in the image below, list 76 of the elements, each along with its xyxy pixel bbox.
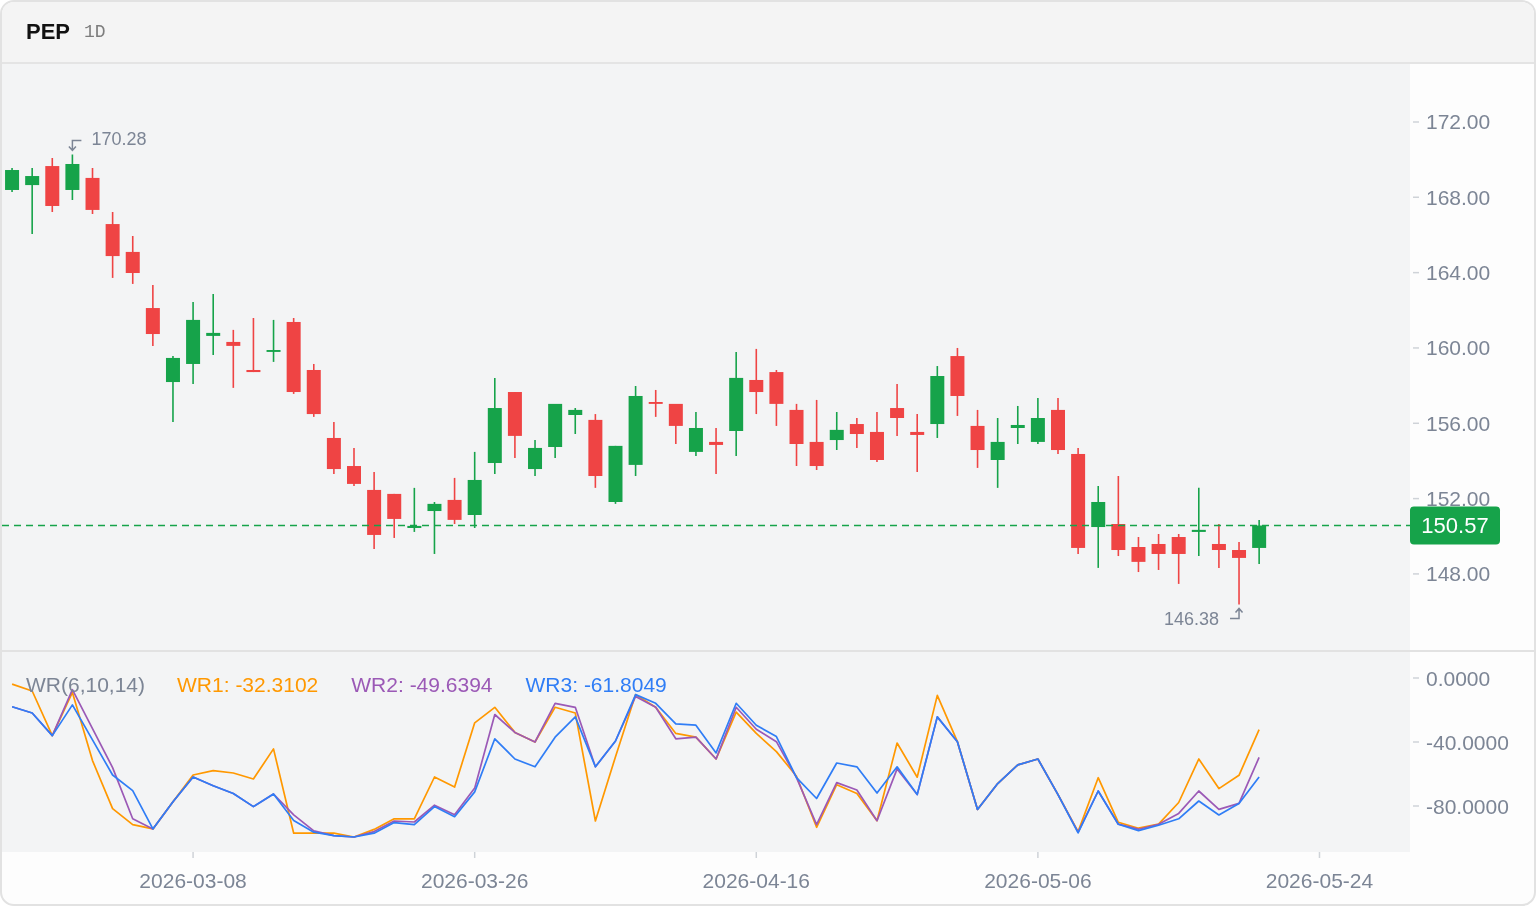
rising-candle — [25, 167, 40, 235]
falling-candle — [709, 427, 724, 475]
falling-candle — [668, 403, 683, 445]
high-price-label: 170.28 — [91, 129, 147, 150]
legend-label: WR3: -61.8049 — [525, 672, 667, 696]
falling-candle — [226, 329, 241, 389]
date-axis-label: 2026-04-16 — [702, 868, 810, 892]
rising-candle — [65, 153, 80, 201]
falling-candle — [447, 477, 462, 525]
falling-candle — [789, 403, 804, 467]
falling-candle — [809, 399, 824, 471]
rising-candle — [407, 487, 422, 533]
falling-candle — [45, 157, 60, 213]
indicator-title: WR(6,10,14) — [26, 672, 146, 696]
axis-label: 168.00 — [1426, 185, 1491, 209]
axis-label: 0.0000 — [1426, 666, 1491, 690]
rising-candle — [568, 407, 583, 435]
last-price-tag: 150.57 — [1410, 506, 1500, 545]
date-axis-label: 2026-05-24 — [1265, 868, 1374, 892]
falling-candle — [105, 211, 120, 279]
axis-label: 172.00 — [1426, 110, 1491, 134]
low-price-label: 146.38 — [1163, 609, 1220, 630]
rising-candle — [688, 411, 703, 457]
falling-candle — [769, 369, 784, 427]
falling-candle — [849, 417, 864, 449]
falling-candle — [387, 493, 402, 539]
rising-candle — [427, 501, 442, 555]
axis-label: -40.0000 — [1426, 730, 1509, 754]
hook-arrow-icon — [1229, 607, 1244, 620]
rising-candle — [608, 445, 623, 505]
legend-label: WR2: -49.6394 — [351, 672, 493, 696]
falling-candle — [648, 389, 663, 418]
rising-candle — [829, 411, 844, 451]
falling-candle — [1211, 523, 1226, 569]
rising-candle — [165, 355, 180, 423]
axis-label: 148.00 — [1426, 562, 1491, 586]
axis-label: 164.00 — [1426, 261, 1491, 285]
rising-candle — [990, 417, 1005, 489]
axis-label: 156.00 — [1426, 411, 1491, 435]
rising-candle — [1010, 405, 1025, 445]
rising-candle — [1191, 487, 1206, 557]
date-axis-label: 2026-05-06 — [984, 868, 1092, 892]
falling-candle — [326, 421, 341, 475]
falling-candle — [1151, 533, 1166, 571]
axis-label: -80.0000 — [1426, 794, 1509, 818]
interval-label: 1D — [84, 23, 106, 41]
rising-candle — [206, 293, 221, 356]
rising-candle — [1030, 397, 1045, 445]
falling-candle — [507, 391, 522, 459]
falling-candle — [869, 411, 884, 463]
date-axis-label: 2026-03-08 — [139, 868, 247, 892]
falling-candle — [910, 413, 925, 473]
date-axis-label: 2026-03-26 — [420, 868, 529, 892]
rising-candle — [548, 403, 563, 459]
falling-candle — [1131, 536, 1146, 573]
rising-candle — [1252, 519, 1267, 565]
hook-arrow-icon — [68, 139, 83, 152]
falling-candle — [145, 284, 160, 347]
rising-candle — [5, 167, 20, 193]
rising-candle — [266, 319, 281, 363]
falling-candle — [1232, 541, 1247, 606]
legend-label: WR1: -32.3102 — [177, 672, 319, 696]
axis-label: 160.00 — [1426, 336, 1491, 360]
rising-candle — [528, 439, 543, 477]
falling-candle — [1051, 397, 1065, 455]
falling-candle — [970, 409, 985, 469]
falling-candle — [347, 447, 361, 487]
falling-candle — [85, 167, 100, 215]
falling-candle — [749, 348, 764, 415]
ref-line-label: 150.57 — [1421, 513, 1489, 539]
falling-candle — [950, 347, 965, 417]
falling-candle — [125, 235, 140, 285]
ticker-symbol: PEP — [26, 21, 71, 43]
falling-candle — [246, 317, 261, 373]
falling-candle — [890, 383, 905, 437]
falling-candle — [1171, 533, 1186, 585]
